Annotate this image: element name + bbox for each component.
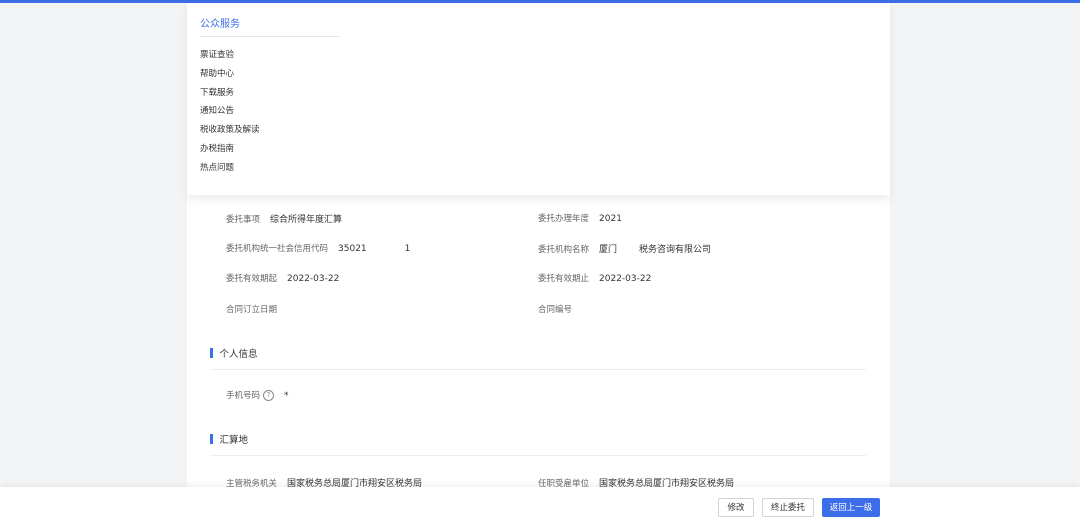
start-date-value: 2022-03-22	[287, 274, 340, 284]
start-date-row: 委托有效期起 2022-03-22	[226, 272, 339, 284]
delegation-year-row: 委托办理年度 2021	[538, 212, 622, 224]
redacted-mask	[367, 244, 405, 253]
settlement-section-title: 汇算地	[210, 432, 248, 446]
public-service-menu: 票证查验 帮助中心 下载服务 通知公告 税收政策及解读 办税指南 热点问题	[200, 46, 260, 178]
start-date-label: 委托有效期起	[226, 274, 278, 284]
org-name-label: 委托机构名称	[538, 245, 590, 255]
terminate-delegation-button[interactable]: 终止委托	[762, 498, 814, 517]
footer-action-bar: 修改 终止委托 返回上一级	[0, 487, 1080, 522]
menu-item-tax-policy[interactable]: 税收政策及解读	[200, 121, 260, 140]
public-service-dropdown: 公众服务 票证查验 帮助中心 下载服务 通知公告 税收政策及解读 办税指南 热点…	[187, 3, 890, 195]
menu-item-help-center[interactable]: 帮助中心	[200, 65, 260, 84]
delegation-matter-row: 委托事项 综合所得年度汇算	[226, 212, 342, 225]
settlement-title-text: 汇算地	[219, 435, 249, 446]
contract-no-label: 合同编号	[538, 305, 573, 315]
back-button[interactable]: 返回上一级	[822, 498, 880, 517]
menu-item-download[interactable]: 下载服务	[200, 84, 260, 103]
org-name-row: 委托机构名称 厦门 税务咨询有限公司	[538, 242, 711, 255]
delegation-matter-value: 综合所得年度汇算	[270, 215, 343, 225]
contract-date-label: 合同订立日期	[226, 305, 278, 315]
dropdown-divider	[200, 36, 340, 37]
personal-info-title-text: 个人信息	[219, 349, 258, 360]
phone-value: *	[284, 391, 289, 401]
end-date-label: 委托有效期止	[538, 274, 590, 284]
end-date-value: 2022-03-22	[599, 274, 652, 284]
section-accent-bar	[210, 434, 213, 444]
delegation-year-value: 2021	[599, 214, 622, 224]
credit-code-label: 委托机构统一社会信用代码	[226, 244, 329, 254]
delegation-year-label: 委托办理年度	[538, 214, 590, 224]
section-divider	[210, 369, 866, 370]
org-name-value: 厦门	[599, 245, 618, 255]
modify-button[interactable]: 修改	[718, 498, 754, 517]
phone-label: 手机号码	[226, 391, 261, 401]
org-name-suffix: 税务咨询有限公司	[639, 245, 712, 255]
menu-item-hot-topics[interactable]: 热点问题	[200, 159, 260, 178]
credit-code-suffix: 1	[404, 244, 411, 254]
question-circle-icon[interactable]: ?	[263, 390, 275, 401]
end-date-row: 委托有效期止 2022-03-22	[538, 272, 651, 284]
section-divider	[210, 455, 866, 456]
personal-info-section-title: 个人信息	[210, 346, 258, 360]
credit-code-row: 委托机构统一社会信用代码 35021 1	[226, 242, 410, 254]
contract-date-row: 合同订立日期	[226, 303, 277, 315]
credit-code-value: 35021	[338, 244, 367, 254]
phone-row: 手机号码? *	[226, 389, 289, 401]
contract-no-row: 合同编号	[538, 303, 572, 315]
menu-item-tax-guide[interactable]: 办税指南	[200, 140, 260, 159]
menu-item-invoice-check[interactable]: 票证查验	[200, 46, 260, 65]
section-accent-bar	[210, 348, 213, 358]
public-service-title: 公众服务	[200, 19, 240, 30]
delegation-matter-label: 委托事项	[226, 215, 261, 225]
menu-item-notice[interactable]: 通知公告	[200, 102, 260, 121]
redacted-mask	[617, 245, 639, 254]
